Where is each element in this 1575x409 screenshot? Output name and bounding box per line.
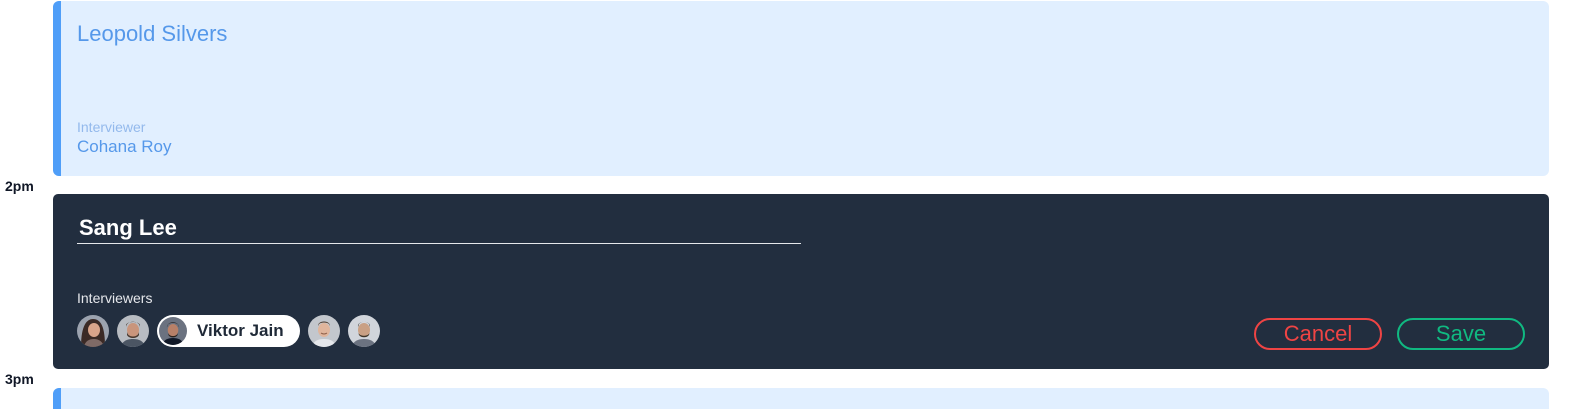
event-card[interactable] (53, 388, 1549, 409)
event-editor: Interviewers (53, 194, 1549, 369)
event-accent-bar (53, 1, 61, 176)
selected-interviewer-name: Viktor Jain (197, 321, 284, 340)
schedule-view: Leopold Silvers Interviewer Cohana Roy 2… (0, 0, 1575, 409)
interviewer-avatar[interactable] (347, 315, 380, 347)
interviewer-avatar[interactable] (117, 315, 149, 347)
event-role-label: Interviewer (77, 119, 146, 135)
interviewers-label: Interviewers (77, 290, 153, 306)
event-card[interactable]: Leopold Silvers Interviewer Cohana Roy (53, 1, 1549, 176)
time-label-3pm: 3pm (5, 371, 34, 387)
event-role-value: Cohana Roy (77, 137, 172, 156)
candidate-name-input[interactable] (77, 212, 801, 244)
selected-interviewer-chip[interactable]: Viktor Jain (157, 315, 300, 347)
event-candidate-name: Leopold Silvers (77, 21, 228, 46)
cancel-button[interactable]: Cancel (1254, 318, 1382, 350)
save-button[interactable]: Save (1397, 318, 1525, 350)
interviewer-picker: Viktor Jain (77, 315, 380, 347)
interviewer-avatar[interactable] (77, 315, 109, 347)
interviewer-avatar[interactable] (307, 315, 340, 347)
time-label-2pm: 2pm (5, 178, 34, 194)
interviewer-avatar (159, 317, 187, 345)
event-accent-bar (53, 388, 61, 409)
